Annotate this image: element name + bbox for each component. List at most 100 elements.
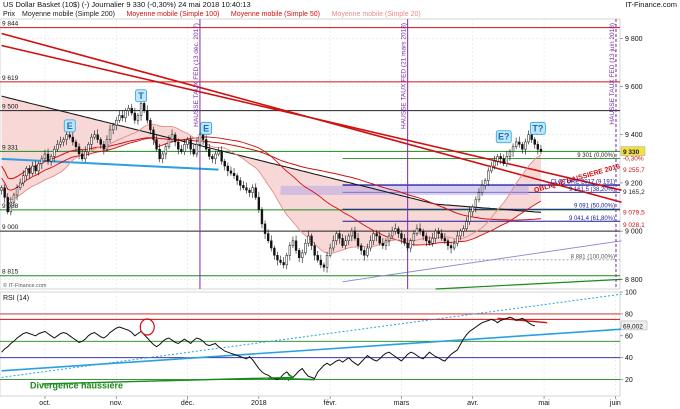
candle-body <box>462 228 465 232</box>
fib-label: 9 301 (0,00%) <box>577 153 615 159</box>
candle-body <box>239 180 242 186</box>
candle-body <box>313 245 316 256</box>
candle-body <box>307 235 310 244</box>
candle-body <box>155 139 158 150</box>
pattern-label: T? <box>532 123 543 133</box>
candle-body <box>161 153 164 160</box>
candle-body <box>149 120 152 131</box>
x-tick-label: oct. <box>39 400 50 407</box>
candle-body <box>285 255 288 266</box>
candle-body <box>359 245 363 251</box>
left-level-label: 8 815 <box>2 269 19 276</box>
rsi-y-tick-label: 80 <box>625 311 633 318</box>
candle-body <box>325 255 329 268</box>
candle-body <box>220 151 223 162</box>
candle-body <box>304 242 307 254</box>
candle-body <box>421 230 425 237</box>
candle-body <box>223 160 226 167</box>
watermark: © IT-Finance.com <box>3 282 47 289</box>
pattern-label: E? <box>498 132 510 142</box>
candle-body <box>539 148 543 152</box>
candle-body <box>65 134 68 140</box>
candle-body <box>518 141 521 145</box>
right-value-label: 9 255,7 <box>623 167 645 174</box>
candle-body <box>31 165 34 174</box>
candle-body <box>3 187 6 198</box>
candle-body <box>356 238 360 246</box>
candle-body <box>387 235 391 242</box>
candle-body <box>474 199 478 208</box>
left-level-label: 9 331 <box>2 144 19 151</box>
x-tick-label: juin <box>609 400 621 407</box>
candle-body <box>536 144 540 150</box>
candle-body <box>108 129 112 140</box>
candle-body <box>279 259 282 263</box>
candle-body <box>493 160 496 167</box>
candle-body <box>158 148 161 160</box>
candle-body <box>449 245 453 249</box>
candle-body <box>297 250 301 258</box>
candle-body <box>344 240 347 246</box>
candle-body <box>93 134 96 138</box>
candle-body <box>80 153 84 160</box>
candle-body <box>198 134 202 145</box>
candle-body <box>533 139 536 145</box>
candle-body <box>502 158 505 164</box>
candle-body <box>511 146 515 152</box>
rsi-panel: RSI (14) Divergence haussière 20 40 60 80 10… <box>0 290 648 397</box>
candle-body <box>390 230 394 237</box>
fib-label: 8 881 (100,00%) <box>571 254 615 260</box>
candle-body <box>483 180 487 186</box>
price-y-tick-label: 9 000 <box>625 229 643 236</box>
candle-body <box>127 107 130 111</box>
candle-body <box>431 238 434 244</box>
candle-body <box>74 141 78 148</box>
left-level-label: 9 000 <box>2 224 19 231</box>
candle-body <box>37 163 40 172</box>
candle-body <box>22 175 25 184</box>
candle-body <box>490 165 493 172</box>
candle-body <box>204 139 208 150</box>
candle-body <box>291 240 295 246</box>
fib-label: 9 041,4 (61,80%) <box>569 216 615 222</box>
candle-body <box>347 235 350 242</box>
candle-body <box>260 209 264 225</box>
candle-body <box>192 148 195 155</box>
candle-body <box>189 139 192 150</box>
candle-body <box>322 264 326 268</box>
candle-body <box>90 136 93 145</box>
candle-body <box>0 187 3 191</box>
price-y-tick-label: 9 200 <box>625 180 643 187</box>
legend-item: Moyenne mobile (Simple 20) <box>332 11 421 18</box>
candle-body <box>514 141 518 148</box>
left-level-label: 9 088 <box>2 203 19 210</box>
left-level-label: 9 619 <box>2 75 19 82</box>
candle-body <box>242 185 245 188</box>
rsi-last-value: 69,002 <box>623 323 643 330</box>
rsi-y-tick-label: 40 <box>625 355 633 362</box>
candle-body <box>25 168 28 176</box>
chart-title: US Dollar Basket (10$) (-) Journalier 9 … <box>3 0 251 9</box>
x-tick-label: avr. <box>467 400 478 407</box>
x-tick-label: mai <box>538 400 550 407</box>
candle-body <box>152 129 155 140</box>
candle-body <box>446 240 450 246</box>
candle-body <box>505 156 509 164</box>
candle-body <box>102 144 106 150</box>
rsi-y-tick-label: 100 <box>625 290 637 297</box>
candle-body <box>459 230 462 237</box>
legend-base: Prix <box>3 11 16 18</box>
candle-body <box>363 250 366 256</box>
candle-body <box>136 115 140 121</box>
candle-body <box>257 197 261 210</box>
candle-body <box>412 233 416 242</box>
candle-body <box>294 240 298 251</box>
pattern-label: T <box>138 91 144 101</box>
candle-body <box>332 240 335 249</box>
rsi-y-tick-label: 20 <box>625 377 633 384</box>
candle-body <box>59 141 62 145</box>
candle-body <box>415 228 419 234</box>
candle-body <box>49 156 53 162</box>
candle-body <box>452 242 456 249</box>
candle-body <box>201 134 205 140</box>
